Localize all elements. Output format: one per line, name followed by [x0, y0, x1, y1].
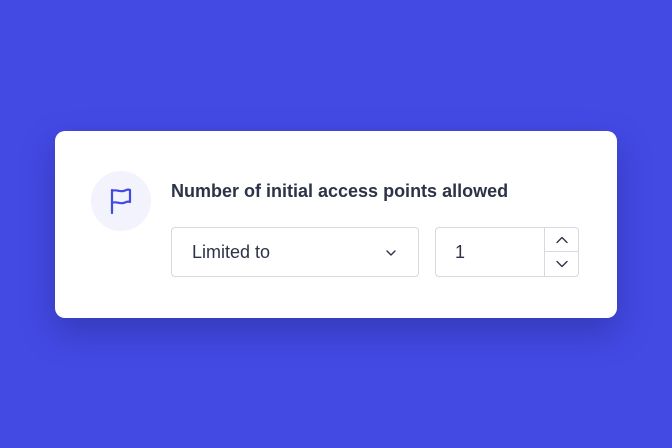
access-points-input[interactable]: [436, 228, 544, 276]
chevron-down-icon: [386, 250, 396, 256]
limit-type-select[interactable]: Limited to: [171, 227, 419, 277]
chevron-down-icon: [556, 260, 568, 268]
setting-title: Number of initial access points allowed: [171, 181, 509, 201]
setting-card: Number of initial access points allowed …: [55, 131, 617, 318]
decrement-button[interactable]: [544, 252, 579, 276]
flag-icon-container: [91, 171, 151, 231]
chevron-up-icon: [556, 236, 568, 243]
limit-type-selected-value: Limited to: [192, 241, 271, 262]
flag-icon: [110, 188, 132, 215]
access-points-stepper: [435, 227, 579, 277]
increment-button[interactable]: [544, 228, 579, 252]
